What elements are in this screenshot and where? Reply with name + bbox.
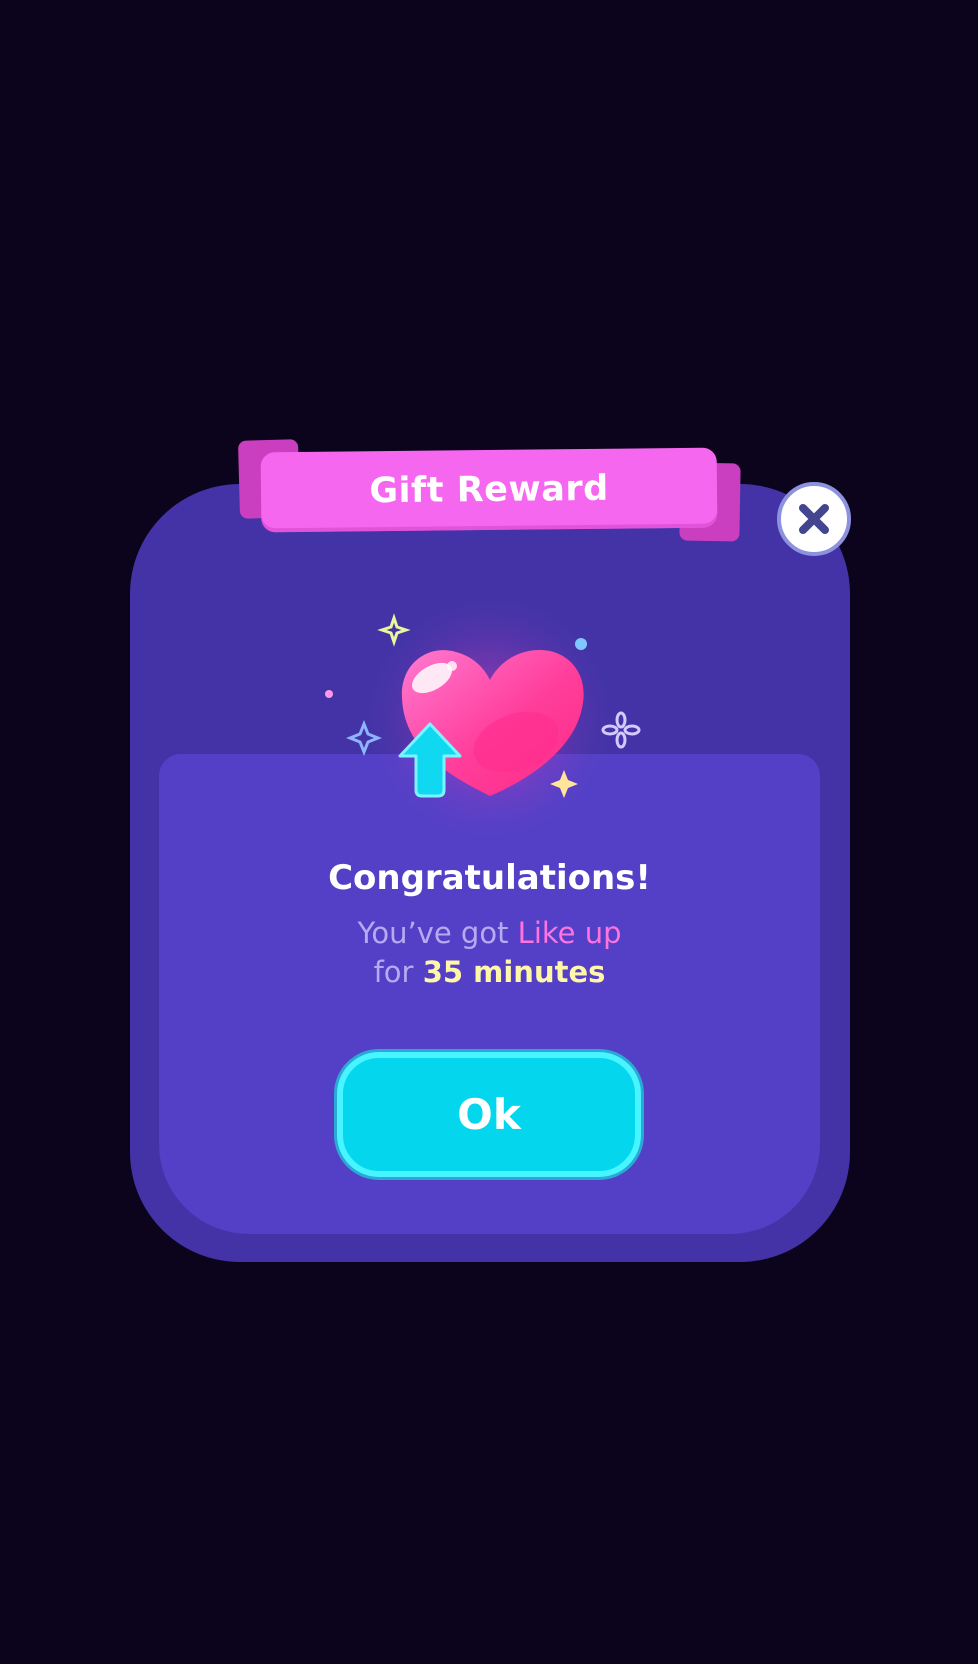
game-screen: Gift Reward Congratulations! You’ve got … bbox=[0, 0, 978, 1664]
reward-illustration bbox=[325, 600, 641, 840]
reward-message: You’ve got Like up for 35 minutes bbox=[159, 914, 820, 992]
ok-button[interactable]: Ok bbox=[337, 1052, 641, 1177]
congrats-heading: Congratulations! bbox=[328, 858, 651, 898]
reward-message-line-1: You’ve got Like up bbox=[159, 914, 820, 953]
title-ribbon: Gift Reward bbox=[260, 447, 718, 533]
reward-message-line-2: for 35 minutes bbox=[159, 953, 820, 992]
close-icon bbox=[799, 504, 829, 534]
message-for: for bbox=[373, 955, 414, 989]
reward-duration: 35 minutes bbox=[422, 955, 606, 989]
message-prefix: You’ve got bbox=[357, 916, 509, 950]
ok-button-label: Ok bbox=[457, 1090, 521, 1139]
dialog-title: Gift Reward bbox=[369, 468, 609, 512]
close-button[interactable] bbox=[777, 482, 851, 556]
reward-name: Like up bbox=[517, 916, 622, 950]
